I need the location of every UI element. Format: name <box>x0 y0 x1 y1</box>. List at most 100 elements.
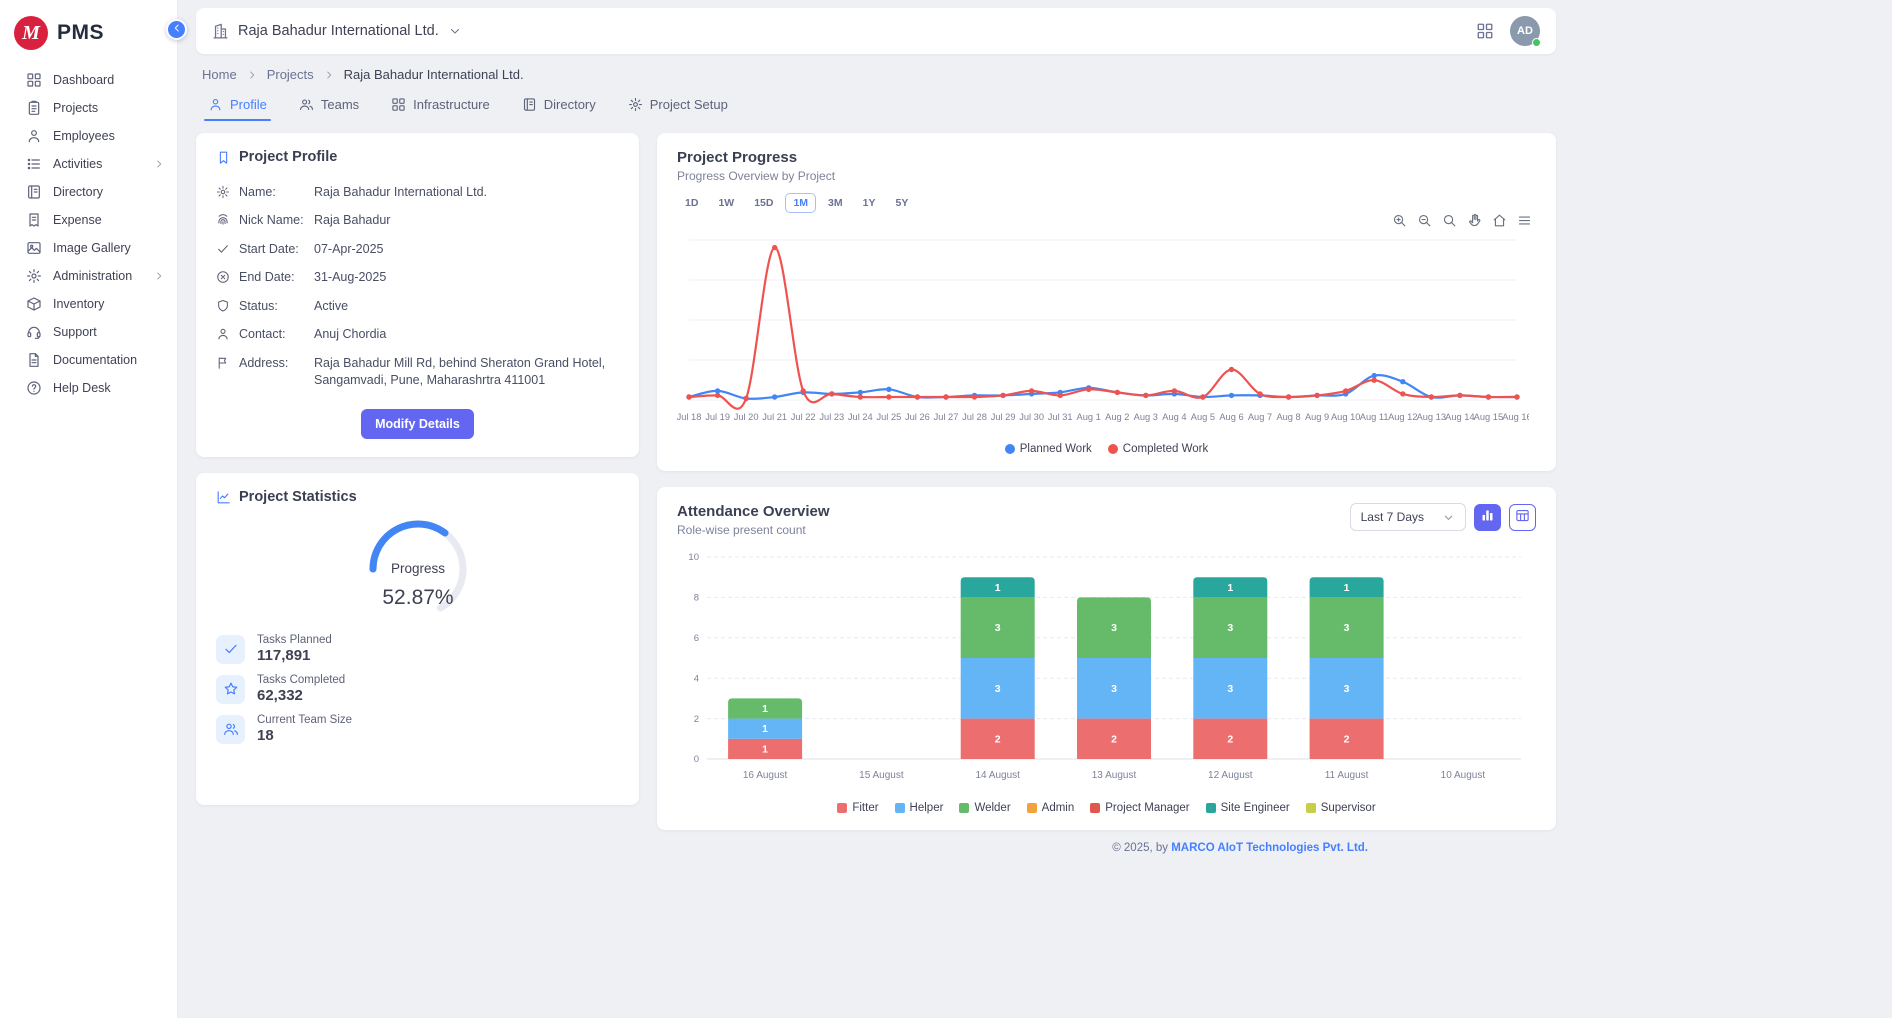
range-button-3m[interactable]: 3M <box>820 193 851 213</box>
sidebar-item-documentation[interactable]: Documentation <box>0 346 177 374</box>
range-button-1w[interactable]: 1W <box>710 193 742 213</box>
date-range-value: Last 7 Days <box>1361 510 1424 524</box>
company-selector[interactable]: Raja Bahadur International Ltd. <box>212 23 462 40</box>
card-title: Project Profile <box>239 149 337 165</box>
stat-tasks-planned: Tasks Planned117,891 <box>216 634 619 664</box>
breadcrumb-item[interactable]: Home <box>202 67 237 82</box>
svg-text:Aug 11: Aug 11 <box>1360 412 1389 422</box>
receipt-icon <box>26 212 42 228</box>
modify-details-button[interactable]: Modify Details <box>361 409 474 439</box>
sidebar-item-expense[interactable]: Expense <box>0 206 177 234</box>
sidebar-item-activities[interactable]: Activities <box>0 150 177 178</box>
tab-infrastructure[interactable]: Infrastructure <box>379 88 502 121</box>
svg-text:3: 3 <box>995 683 1001 695</box>
range-button-1d[interactable]: 1D <box>677 193 706 213</box>
breadcrumb-item[interactable]: Raja Bahadur International Ltd. <box>344 67 524 82</box>
sidebar-collapse-button[interactable] <box>166 19 187 40</box>
svg-text:Jul 31: Jul 31 <box>1048 412 1073 422</box>
svg-text:2: 2 <box>694 714 699 725</box>
attendance-chart[interactable]: 024681016 August11115 August14 August233… <box>677 547 1529 795</box>
tab-label: Profile <box>230 97 267 112</box>
zoom-selection-icon[interactable] <box>1442 213 1457 228</box>
sidebar-item-label: Expense <box>53 213 102 227</box>
svg-text:1: 1 <box>1227 582 1233 594</box>
sidebar-item-label: Support <box>53 325 97 339</box>
sidebar-item-help-desk[interactable]: Help Desk <box>0 374 177 402</box>
avatar[interactable]: AD <box>1510 16 1540 46</box>
legend-item-admin[interactable]: Admin <box>1027 802 1075 814</box>
chevron-right-icon <box>153 270 165 282</box>
breadcrumb: Home Projects Raja Bahadur International L… <box>202 67 1550 82</box>
legend-item-helper[interactable]: Helper <box>895 802 944 814</box>
field-label: Name: <box>239 184 276 202</box>
tab-teams[interactable]: Teams <box>287 88 371 121</box>
box-icon <box>26 296 42 312</box>
legend-item-site-engineer[interactable]: Site Engineer <box>1206 802 1290 814</box>
field-label: Address: <box>239 355 288 373</box>
svg-text:Aug 1: Aug 1 <box>1077 412 1101 422</box>
sidebar-item-projects[interactable]: Projects <box>0 94 177 122</box>
people-icon <box>216 715 245 744</box>
content-grid: Project Profile Name:Raja Bahadur Intern… <box>196 133 1556 830</box>
avatar-initials: AD <box>1517 25 1533 37</box>
range-buttons: 1D1W15D1M3M1Y5Y <box>677 193 1536 213</box>
svg-text:1: 1 <box>762 723 768 735</box>
list-icon <box>26 156 42 172</box>
sidebar-item-image-gallery[interactable]: Image Gallery <box>0 234 177 262</box>
svg-text:Aug 14: Aug 14 <box>1445 412 1474 422</box>
chart-menu-icon[interactable] <box>1517 213 1532 228</box>
footer-company-link[interactable]: MARCO AIoT Technologies Pvt. Ltd. <box>1171 842 1368 854</box>
pan-icon[interactable] <box>1467 213 1482 228</box>
svg-text:3: 3 <box>995 622 1001 634</box>
zoom-out-icon[interactable] <box>1417 213 1432 228</box>
sidebar-item-label: Administration <box>53 269 132 283</box>
project-progress-chart[interactable]: Jul 18Jul 19Jul 20Jul 21Jul 22Jul 23Jul … <box>677 230 1529 436</box>
legend-item-fitter[interactable]: Fitter <box>837 802 878 814</box>
logo-text: PMS <box>57 21 104 45</box>
svg-text:12 August: 12 August <box>1208 770 1253 781</box>
svg-text:Jul 18: Jul 18 <box>677 412 701 422</box>
bar-chart-icon <box>1480 508 1495 526</box>
chevron-down-icon <box>1442 511 1455 524</box>
svg-text:Aug 3: Aug 3 <box>1134 412 1158 422</box>
company-name: Raja Bahadur International Ltd. <box>238 23 439 39</box>
reset-zoom-icon[interactable] <box>1492 213 1507 228</box>
range-button-1m[interactable]: 1M <box>785 193 816 213</box>
field-value: Anuj Chordia <box>314 326 619 344</box>
sidebar-item-label: Help Desk <box>53 381 111 395</box>
legend-item-project-manager[interactable]: Project Manager <box>1090 802 1189 814</box>
gear-icon <box>216 185 230 199</box>
chart-line-icon <box>216 490 231 505</box>
field-label: End Date: <box>239 269 295 287</box>
apps-grid-icon[interactable] <box>1476 22 1494 40</box>
sidebar-item-inventory[interactable]: Inventory <box>0 290 177 318</box>
svg-text:2: 2 <box>1344 733 1350 745</box>
logo[interactable]: M PMS <box>0 6 177 66</box>
date-range-select[interactable]: Last 7 Days <box>1350 503 1466 531</box>
sidebar-item-directory[interactable]: Directory <box>0 178 177 206</box>
svg-text:Jul 24: Jul 24 <box>848 412 873 422</box>
sidebar-item-employees[interactable]: Employees <box>0 122 177 150</box>
legend-item-supervisor[interactable]: Supervisor <box>1306 802 1376 814</box>
svg-text:52.87%: 52.87% <box>382 586 453 609</box>
bar-view-toggle[interactable] <box>1474 504 1501 531</box>
legend-label: Supervisor <box>1321 802 1376 814</box>
legend-item-planned-work[interactable]: Planned Work <box>1005 443 1092 455</box>
range-button-1y[interactable]: 1Y <box>855 193 884 213</box>
table-view-toggle[interactable] <box>1509 504 1536 531</box>
tab-project-setup[interactable]: Project Setup <box>616 88 740 121</box>
tab-directory[interactable]: Directory <box>510 88 608 121</box>
legend-item-completed-work[interactable]: Completed Work <box>1108 443 1208 455</box>
project-statistics-card: Project Statistics Progress52.87% Tasks … <box>196 473 639 805</box>
breadcrumb-item[interactable]: Projects <box>267 67 314 82</box>
sidebar-item-administration[interactable]: Administration <box>0 262 177 290</box>
shield-icon <box>216 299 230 313</box>
zoom-in-icon[interactable] <box>1392 213 1407 228</box>
sidebar-item-support[interactable]: Support <box>0 318 177 346</box>
range-button-5y[interactable]: 5Y <box>887 193 916 213</box>
svg-text:3: 3 <box>1227 683 1233 695</box>
legend-item-welder[interactable]: Welder <box>959 802 1010 814</box>
tab-profile[interactable]: Profile <box>196 88 279 121</box>
sidebar-item-dashboard[interactable]: Dashboard <box>0 66 177 94</box>
range-button-15d[interactable]: 15D <box>746 193 781 213</box>
